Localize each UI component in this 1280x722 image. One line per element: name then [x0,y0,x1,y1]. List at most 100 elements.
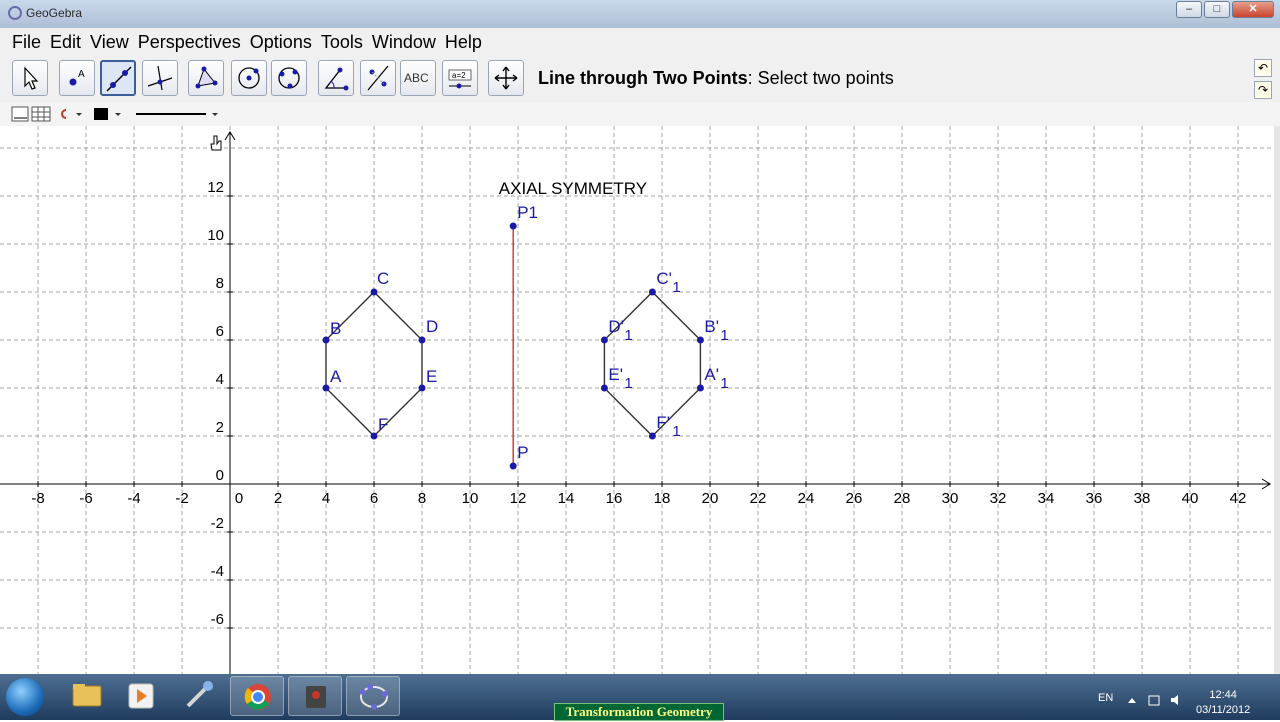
slider-tool-button[interactable]: a=2 [442,60,478,96]
x-tick-label: 6 [370,490,378,507]
point-label-P: P [517,443,528,462]
x-tick-label: 14 [558,490,575,507]
window-controls: – □ ✕ [1176,1,1274,18]
y-tick-label: 6 [216,323,224,340]
close-button[interactable]: ✕ [1232,1,1274,18]
chrome-taskbar-icon[interactable] [230,676,284,716]
redo-icon[interactable]: ↷ [1254,81,1272,99]
image-point-subscript: 1 [624,327,632,344]
point-capturing-icon[interactable] [61,109,82,119]
image-point-label: D' [608,317,624,336]
x-tick-label: 42 [1230,490,1247,507]
media-player-taskbar-icon[interactable] [114,676,168,716]
color-picker-icon[interactable] [94,108,121,120]
y-tick-label: -2 [211,515,224,532]
image-point-label: E' [608,365,623,384]
point-label-E: E [426,367,437,386]
y-tick-label: 4 [216,371,224,388]
image-point-B-prime [696,336,704,344]
perpendicular-line-tool-button[interactable] [142,60,178,96]
x-tick-label: 22 [750,490,767,507]
reflect-tool-button[interactable] [360,60,396,96]
angle-tool-button[interactable] [318,60,354,96]
toolbar: A ABC a=2 Line through Two Points: Selec… [0,56,1280,102]
point-D [418,336,426,344]
circle-three-points-icon [278,67,300,89]
graphics-view[interactable]: -8 -6 -4 -2 0 2 4 6 8 10 12 14 16 18 20 22 24 26 28 30 32 34 3… [0,126,1274,674]
slider-icon: a=2 [448,69,472,89]
menu-window[interactable]: Window [372,28,436,56]
menu-file[interactable]: File [12,28,41,56]
line-style-icon[interactable] [136,113,218,116]
point-B [322,336,330,344]
menu-view[interactable]: View [90,28,129,56]
recorder-taskbar-icon[interactable] [288,676,342,716]
point-F [370,432,378,440]
move-tool-button[interactable] [12,60,48,96]
language-indicator[interactable]: EN [1098,692,1113,704]
explorer-taskbar-icon[interactable] [60,676,114,716]
image-point-label: F' [656,413,670,432]
circle-center-point-icon [238,67,260,89]
image-point-D-prime [600,336,608,344]
tool-help-text: Line through Two Points: Select two poin… [538,68,894,89]
image-point-subscript: 1 [720,327,728,344]
toggle-grid-icon[interactable] [31,106,51,122]
x-tick-label: 12 [510,490,527,507]
tools-taskbar-icon[interactable] [172,676,226,716]
image-point-label: A' [704,365,719,384]
x-tick-label: 34 [1038,490,1055,507]
show-hidden-icons-icon[interactable] [1126,694,1138,706]
window-title: GeoGebra [26,6,83,20]
menu-edit[interactable]: Edit [50,28,81,56]
menu-tools[interactable]: Tools [321,28,363,56]
text-icon: ABC [404,71,429,85]
style-bar [0,102,1280,127]
image-point-subscript: 1 [672,279,680,296]
menu-perspectives[interactable]: Perspectives [138,28,241,56]
circle-three-points-tool-button[interactable] [271,60,307,96]
text-tool-button[interactable]: ABC [400,60,436,96]
start-button[interactable] [6,678,44,716]
geogebra-taskbar-icon[interactable] [346,676,400,716]
image-point-label: C' [656,269,672,288]
windows-taskbar: Transformation Geometry EN 12:44 03/11/2… [0,674,1280,721]
system-clock[interactable]: 12:44 03/11/2012 [1196,688,1250,718]
line-tool-button[interactable] [100,60,136,96]
image-point-label: B' [704,317,719,336]
line-through-two-points-icon [106,66,132,92]
x-tick-label: -8 [31,490,44,507]
x-tick-label: 16 [606,490,623,507]
vertical-scrollbar[interactable] [1274,126,1280,674]
x-tick-label: 40 [1182,490,1199,507]
volume-icon[interactable] [1170,694,1182,706]
x-tick-label: -2 [175,490,188,507]
point-tool-button[interactable]: A [59,60,95,96]
toggle-axes-icon[interactable] [11,106,29,122]
clock-time: 12:44 [1209,689,1237,701]
y-tick-label: 0 [216,467,224,484]
video-title-banner: Transformation Geometry [554,703,724,721]
polygon-tool-button[interactable] [188,60,224,96]
minimize-button[interactable]: – [1176,1,1202,18]
x-tick-label: 10 [462,490,479,507]
image-point-subscript: 1 [672,423,680,440]
menu-options[interactable]: Options [250,28,312,56]
undo-icon[interactable]: ↶ [1254,59,1272,77]
x-tick-label: -6 [79,490,92,507]
image-point-E-prime [600,384,608,392]
geometry-canvas[interactable]: -8 -6 -4 -2 0 2 4 6 8 10 12 14 16 18 20 22 24 26 28 30 32 34 3… [0,126,1274,674]
x-tick-label: 4 [322,490,330,507]
point-E [418,384,426,392]
menu-bar: File Edit View Perspectives Options Tools Wind… [0,28,1280,56]
maximize-button[interactable]: □ [1204,1,1230,18]
move-graphics-tool-button[interactable] [488,60,524,96]
point-P1 [509,222,517,230]
menu-help[interactable]: Help [445,28,482,56]
y-tick-label: 8 [216,275,224,292]
circle-tool-button[interactable] [231,60,267,96]
clock-date: 03/11/2012 [1196,704,1251,716]
action-center-icon[interactable] [1148,694,1160,706]
x-tick-label: 18 [654,490,671,507]
tool-help-name: Line through Two Points [538,68,748,88]
